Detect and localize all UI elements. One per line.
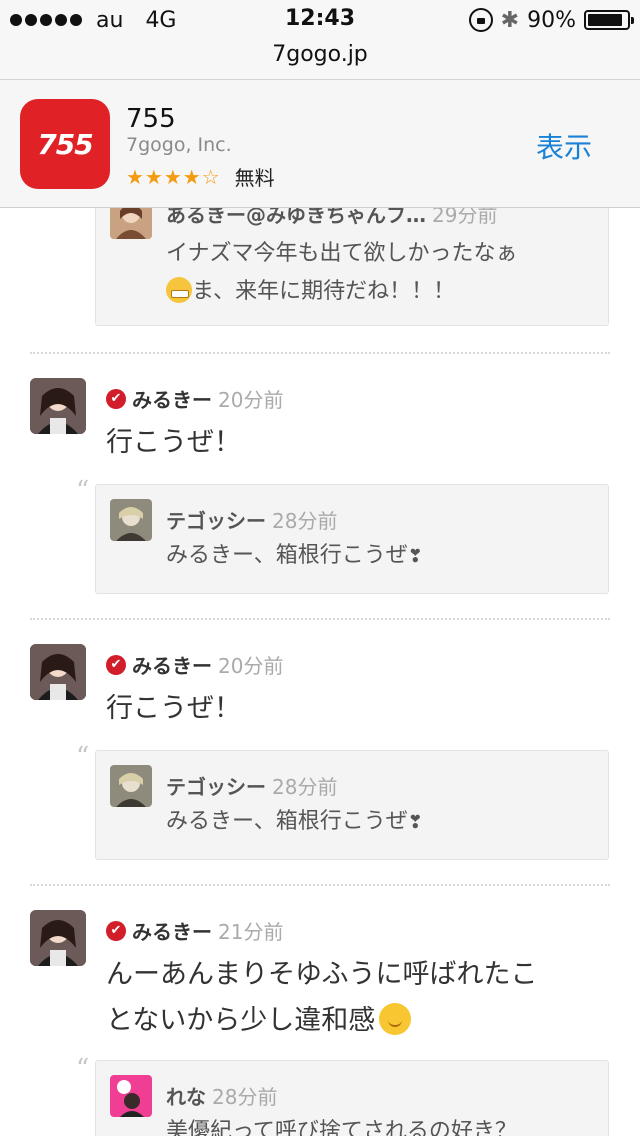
avatar[interactable] (110, 1075, 152, 1117)
quote-mark-icon: “ (76, 1054, 90, 1084)
quote-time: 29分前 (432, 208, 498, 227)
quoted-post[interactable]: れな 28分前 美優紀って呼び捨てされるの好き？ (95, 1060, 609, 1136)
app-rating: ★★★★☆ 無料 (126, 162, 275, 191)
verified-check-icon: ✔ (106, 388, 126, 409)
app-icon[interactable]: 755 (20, 99, 110, 189)
avatar[interactable] (110, 499, 152, 541)
post-text-line: んーあんまりそゆふうに呼ばれたこ (106, 959, 538, 990)
avatar[interactable] (30, 910, 86, 966)
post-text-line: とないから少し違和感 (106, 1005, 376, 1036)
avatar[interactable] (110, 765, 152, 807)
divider (30, 618, 610, 620)
app-price: 無料 (234, 166, 275, 190)
quote-text: みるきー、箱根行こうぜ (166, 543, 408, 568)
signal-strength-icon (10, 14, 82, 26)
post-time: 20分前 (218, 654, 284, 678)
quote-author: テゴッシー (166, 509, 266, 533)
heart-exclamation-icon: ❣ (407, 546, 423, 567)
battery-percent: 90% (527, 7, 576, 33)
quote-time: 28分前 (272, 509, 338, 533)
network-type-label: 4G (145, 7, 177, 33)
quote-text-line: イナズマ今年も出て欲しかったなぁ (166, 241, 518, 266)
quote-author: れな (166, 1085, 206, 1109)
quoted-post[interactable]: テゴッシー 28分前 みるきー、箱根行こうぜ❣ (95, 750, 609, 860)
divider (30, 352, 610, 354)
divider (30, 884, 610, 886)
rating-stars-filled: ★★★★ (126, 164, 202, 189)
post-text: 行こうぜ！ (106, 693, 241, 724)
quote-text-line: ま、来年に期待だね！！！ (192, 279, 456, 304)
quote-text: みるきー、箱根行こうぜ (166, 809, 408, 834)
battery-icon (584, 10, 634, 30)
quote-time: 28分前 (272, 775, 338, 799)
post-author[interactable]: みるきー (132, 650, 212, 679)
url-bar[interactable]: 7gogo.jp (0, 40, 640, 80)
url-text: 7gogo.jp (272, 42, 368, 67)
carrier-label: au (96, 7, 124, 33)
view-app-button[interactable]: 表示 (536, 126, 592, 166)
app-name: 755 (126, 104, 176, 134)
rotation-lock-icon (468, 8, 493, 32)
post-author[interactable]: みるきー (132, 384, 212, 413)
feed[interactable]: あるきー@みゆきちゃんフ… 29分前 イナズマ今年も出て欲しかったなぁ ま、来年に… (0, 208, 640, 1136)
bluetooth-icon: ✱ (500, 7, 520, 33)
heart-exclamation-icon: ❣ (407, 812, 423, 833)
grinning-face-icon (166, 277, 192, 303)
post-author[interactable]: みるきー (132, 916, 212, 945)
quote-time: 28分前 (212, 1085, 278, 1109)
quote-author: あるきー@みゆきちゃんフ… (166, 208, 426, 227)
app-developer: 7gogo, Inc. (126, 134, 232, 156)
rating-star-empty: ☆ (201, 164, 221, 189)
quote-mark-icon: “ (76, 742, 90, 772)
post-time: 21分前 (218, 920, 284, 944)
quote-text: 美優紀って呼び捨てされるの好き？ (166, 1119, 517, 1136)
quote-mark-icon: “ (76, 476, 90, 506)
battery-level-fill (588, 14, 623, 26)
avatar[interactable] (30, 378, 86, 434)
app-icon-logo-text: 755 (37, 127, 93, 161)
quote-author: テゴッシー (166, 775, 266, 799)
smart-app-banner: 755 755 7gogo, Inc. ★★★★☆ 無料 表示 (0, 80, 640, 208)
status-bar: au 4G 12:43 ✱ 90% (0, 0, 640, 40)
avatar[interactable] (30, 644, 86, 700)
quoted-post[interactable]: あるきー@みゆきちゃんフ… 29分前 イナズマ今年も出て欲しかったなぁ ま、来年に… (95, 208, 609, 326)
avatar[interactable] (110, 208, 152, 239)
smiling-face-icon (379, 1003, 412, 1035)
quoted-post[interactable]: テゴッシー 28分前 みるきー、箱根行こうぜ❣ (95, 484, 609, 594)
post-time: 20分前 (218, 388, 284, 412)
post-text: 行こうぜ！ (106, 427, 241, 458)
rating-stars-icon: ★★★★☆ (126, 165, 221, 189)
verified-check-icon: ✔ (106, 654, 126, 675)
verified-check-icon: ✔ (106, 920, 126, 941)
